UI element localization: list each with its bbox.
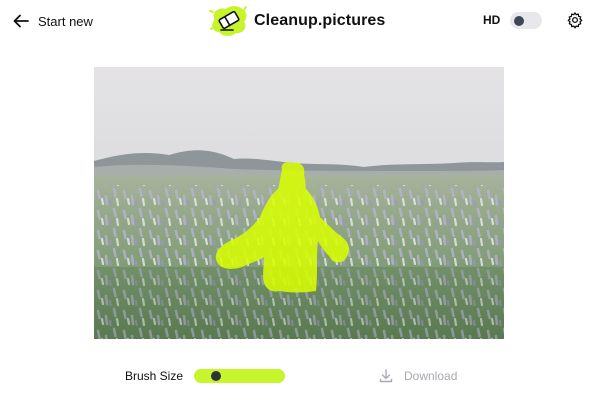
brush-size-label: Brush Size xyxy=(125,369,184,383)
photo-canvas[interactable] xyxy=(94,67,504,339)
start-new-button[interactable]: Start new xyxy=(12,10,93,32)
download-icon xyxy=(379,369,393,383)
hd-toggle[interactable] xyxy=(510,12,542,29)
hd-toggle-knob xyxy=(514,15,524,26)
brand-name: Cleanup.pictures xyxy=(254,12,386,29)
download-button[interactable]: Download xyxy=(378,367,457,385)
edited-photo xyxy=(94,67,504,339)
eraser-logo-icon xyxy=(209,6,247,36)
start-new-label: Start new xyxy=(38,13,93,29)
gear-icon[interactable] xyxy=(566,11,584,29)
download-label: Download xyxy=(404,369,458,383)
brand: Cleanup.pictures xyxy=(208,3,385,39)
app-header: Start new Cleanup.pictures HD xyxy=(0,0,600,44)
brush-size-slider[interactable] xyxy=(194,369,285,383)
arrow-left-icon xyxy=(13,14,29,28)
brush-size-thumb[interactable] xyxy=(211,371,222,381)
hd-label: HD xyxy=(483,13,501,27)
